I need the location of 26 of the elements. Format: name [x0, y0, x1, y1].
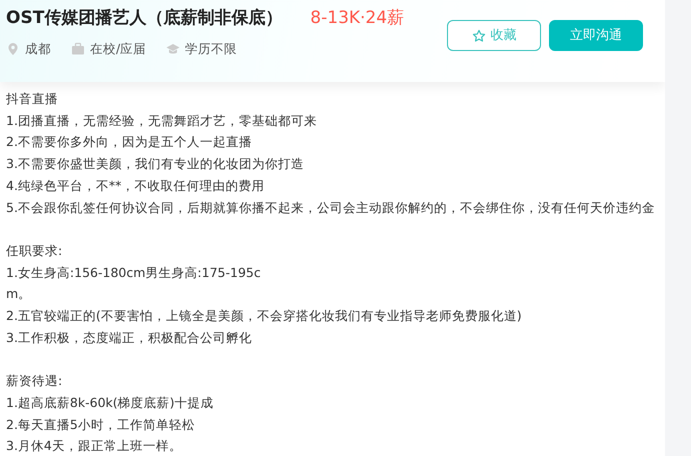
location-pin-icon: [6, 42, 20, 56]
briefcase-icon: [71, 42, 85, 56]
job-tag: 在校/应届: [90, 40, 146, 58]
description-line: 1.团播直播，无需经验，无需舞蹈才艺，零基础都可来: [6, 112, 318, 130]
description-line: 5.不会跟你乱签任何协议合同，后期就算你播不起来，公司会主动跟你解约的，不会绑住你，没有任何天价违约金: [6, 198, 656, 217]
star-icon: [472, 28, 486, 42]
description-line: 薪资待遇:: [6, 372, 64, 390]
description-line: 2.每天直播5小时，工作简单轻松: [6, 416, 196, 434]
description-line: 4.纯绿色平台，不**，不收取任何理由的费用: [6, 176, 266, 195]
description-line: 3.工作积极，态度端正，积极配合公司孵化: [6, 328, 253, 347]
description-line: 1.超高底薪8k-60k(梯度底薪)十提成: [6, 394, 215, 412]
chat-button[interactable]: 立即沟通: [549, 20, 643, 51]
graduation-cap-icon: [166, 42, 180, 56]
job-tag: 成都: [25, 40, 51, 58]
description-line: 抖音直播: [6, 90, 59, 108]
salary: 8-13K·24薪: [310, 7, 404, 30]
description-line: 2.不需要你多外向，因为是五个人一起直播: [6, 133, 253, 152]
description-line: 2.五官较端正的(不要害怕，上镜全是美颜，不会穿搭化妆我们有专业指导老师免费服化道): [6, 307, 523, 326]
description-line: m。: [6, 285, 32, 304]
description-line: 1.女生身高:156-180cm男生身高:175-195c: [6, 264, 262, 282]
job-tag: 学历不限: [185, 40, 238, 58]
description-line: 3.不需要你盛世美颜，我们有专业的化妆团为你打造: [6, 155, 305, 174]
description-line: 3.月休4天，跟正常上班一样。: [6, 437, 183, 456]
favorite-button[interactable]: 收藏: [447, 20, 541, 51]
job-title: OST传媒团播艺人（底薪制非保底）: [6, 8, 282, 28]
description-line: 任职要求:: [6, 242, 64, 260]
